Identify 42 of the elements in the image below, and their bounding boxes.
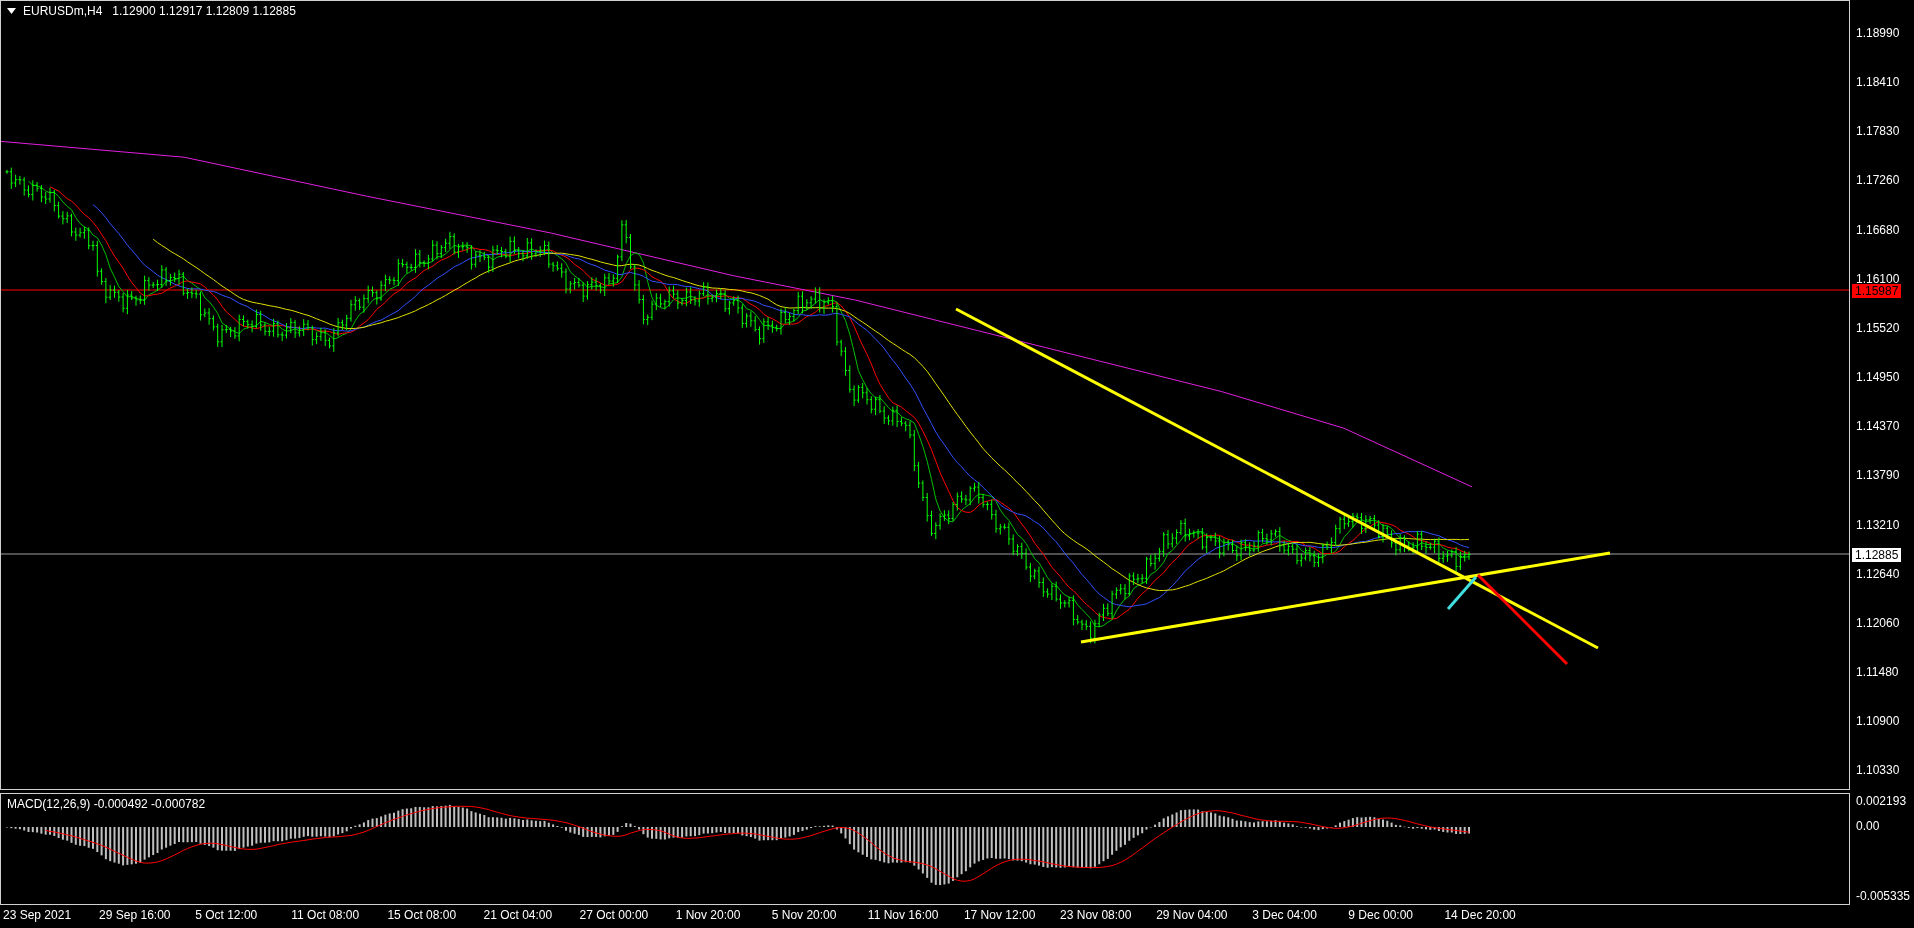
price-axis-label: 1.16100 <box>1856 270 1900 286</box>
time-axis-label: 5 Oct 12:00 <box>195 907 259 924</box>
time-axis-label: 14 Dec 20:00 <box>1444 907 1517 924</box>
time-axis-label: 11 Oct 08:00 <box>291 907 361 924</box>
price-marker: 1.15987 <box>1852 284 1902 298</box>
price-axis-label: 1.18990 <box>1856 25 1900 41</box>
time-axis-label: 29 Sep 16:00 <box>99 907 172 924</box>
price-marker: 1.12885 <box>1852 548 1902 562</box>
price-axis-label: 1.11480 <box>1856 663 1899 680</box>
price-axis-label: 1.17830 <box>1856 123 1900 140</box>
price-axis-label: 1.10330 <box>1856 762 1900 779</box>
time-axis-label: 21 Oct 04:00 <box>483 907 554 924</box>
time-axis-label: 15 Oct 08:00 <box>387 907 458 924</box>
caret-icon[interactable] <box>7 8 16 14</box>
price-axis-label: 1.10900 <box>1856 713 1900 730</box>
price-axis-label: 1.18410 <box>1856 74 1900 91</box>
price-axis-label: 1.13790 <box>1856 467 1900 484</box>
time-axis-label: 17 Nov 12:00 <box>963 907 1037 924</box>
time-axis-label: 23 Nov 08:00 <box>1060 907 1133 924</box>
macd-axis-label: -0.005335 <box>1856 888 1911 904</box>
macd-axis-label: 0.002193 <box>1856 793 1907 809</box>
time-axis-label: 29 Nov 04:00 <box>1156 907 1229 924</box>
symbol-label: EURUSDm,H4 <box>23 4 103 18</box>
time-axis-label: 9 Dec 00:00 <box>1348 907 1415 924</box>
price-axis-label: 1.15520 <box>1856 319 1900 336</box>
time-axis-label: 1 Nov 20:00 <box>675 907 742 924</box>
time-axis-label: 23 Sep 2021 <box>3 907 73 924</box>
price-axis-label: 1.16680 <box>1856 221 1900 238</box>
price-axis-label: 1.14370 <box>1856 418 1900 435</box>
time-axis-label: 27 Oct 00:00 <box>579 907 650 924</box>
macd-label: MACD(12,26,9) -0.000492 -0.000782 <box>7 797 206 811</box>
time-axis-label: 3 Dec 04:00 <box>1252 907 1318 924</box>
ohlc-values: 1.12900 1.12917 1.12809 1.12885 <box>112 4 296 18</box>
price-axis-label: 1.17260 <box>1856 172 1900 189</box>
price-axis-label: 1.12060 <box>1856 614 1900 631</box>
time-axis-label: 5 Nov 20:00 <box>771 907 838 924</box>
price-axis-label: 1.12640 <box>1856 565 1900 582</box>
macd-axis-label: 0.00 <box>1856 818 1880 834</box>
time-axis-label: 11 Nov 16:00 <box>867 907 940 924</box>
price-axis-label: 1.13210 <box>1856 516 1900 533</box>
line-segment <box>1446 576 1478 610</box>
price-axis-label: 1.14950 <box>1856 369 1900 386</box>
